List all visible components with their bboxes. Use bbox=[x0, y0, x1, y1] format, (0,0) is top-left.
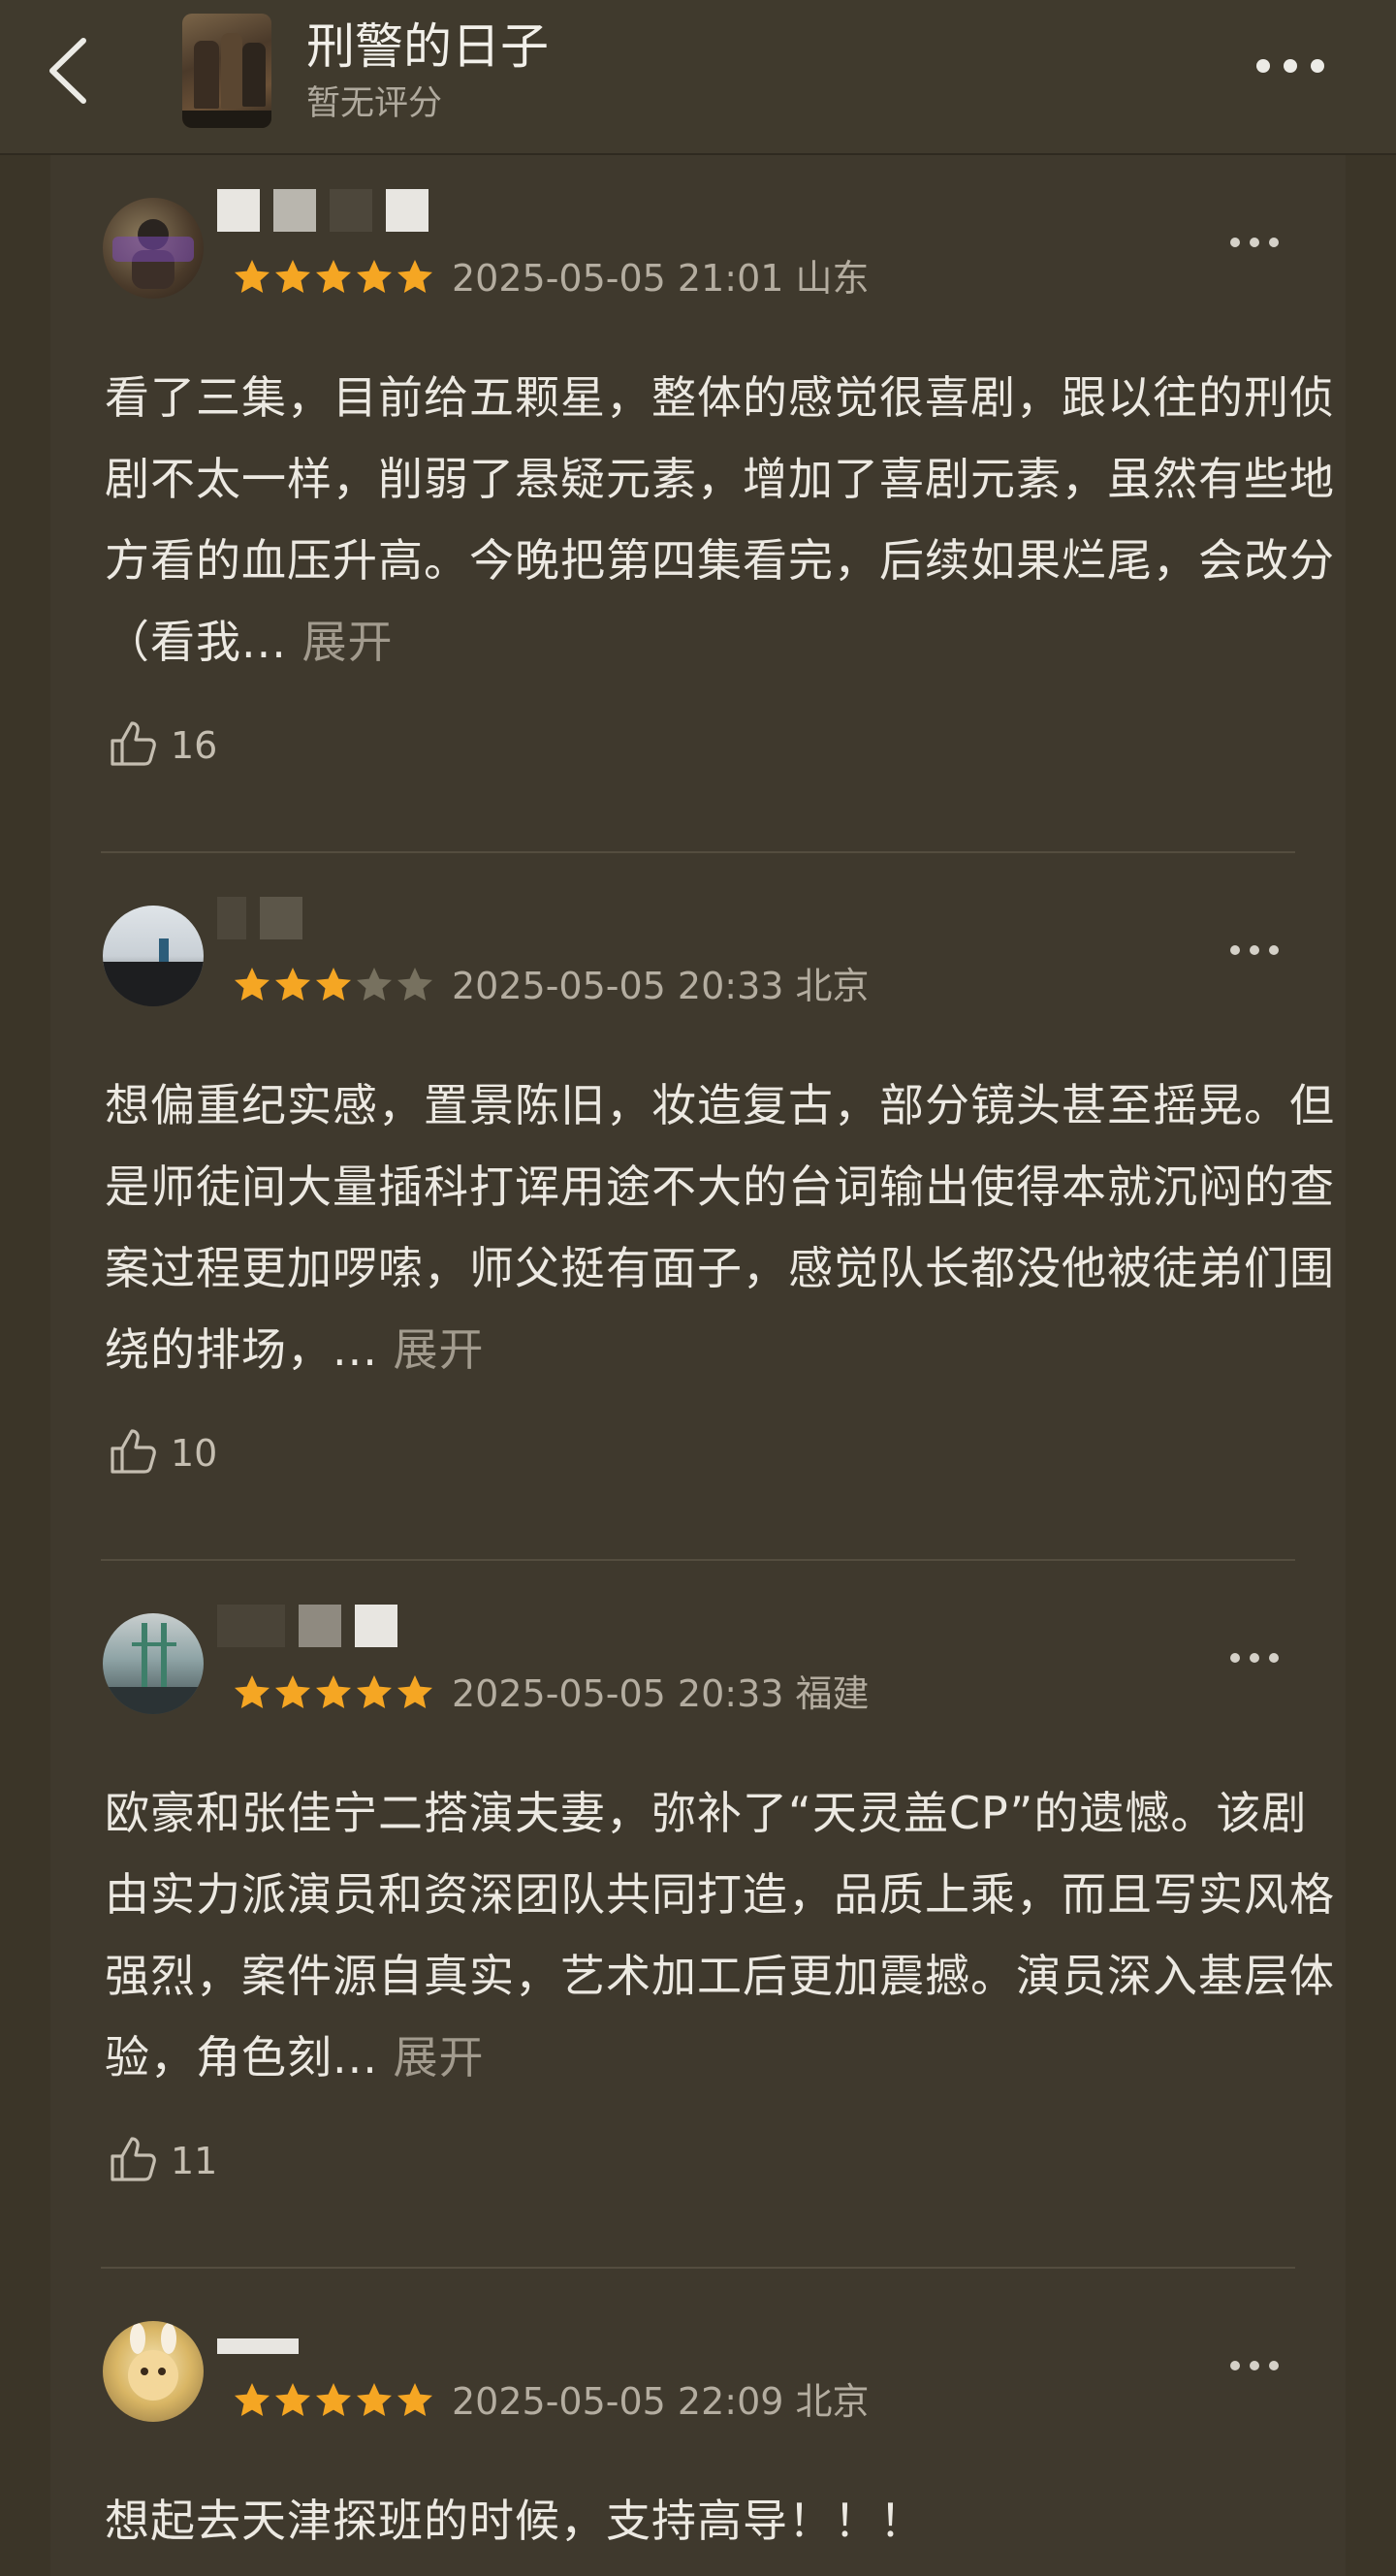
mask-block bbox=[273, 189, 316, 232]
mask-block bbox=[330, 189, 372, 232]
star-empty-icon bbox=[396, 966, 434, 1008]
star-filled-icon bbox=[314, 1673, 353, 1716]
review-more-button[interactable] bbox=[1220, 223, 1289, 262]
mask-block bbox=[299, 1605, 341, 1647]
more-dots-icon bbox=[1255, 58, 1325, 78]
username-masked bbox=[217, 188, 428, 233]
username-masked bbox=[217, 1604, 397, 1648]
username-masked bbox=[217, 2311, 299, 2356]
review-list: 2025-05-05 21:01 山东 看了三集，目前给五颗星，整体的感觉很喜剧… bbox=[50, 155, 1346, 2576]
like-count: 11 bbox=[171, 2140, 218, 2182]
rating-status: 暂无评分 bbox=[306, 84, 443, 123]
star-filled-icon bbox=[273, 966, 312, 1008]
star-filled-icon bbox=[233, 1673, 271, 1716]
review-body: 欧豪和张佳宁二搭演夫妻，弥补了“天灵盖CP”的遗憾。该剧由实力派演员和资深团队共… bbox=[105, 1787, 1335, 2083]
page-title: 刑警的日子 bbox=[306, 18, 549, 75]
star-filled-icon bbox=[355, 258, 394, 301]
star-filled-icon bbox=[396, 2381, 434, 2424]
star-rating bbox=[233, 258, 434, 301]
avatar[interactable] bbox=[103, 198, 204, 299]
star-filled-icon bbox=[273, 258, 312, 301]
like-button[interactable]: 11 bbox=[107, 2133, 217, 2189]
star-filled-icon bbox=[396, 1673, 434, 1716]
star-filled-icon bbox=[314, 2381, 353, 2424]
star-empty-icon bbox=[355, 966, 394, 1008]
review-text: 看了三集，目前给五颗星，整体的感觉很喜剧，跟以往的刑侦剧不太一样，削弱了悬疑元素… bbox=[105, 357, 1351, 683]
star-rating bbox=[233, 1673, 434, 1716]
like-button[interactable]: 16 bbox=[107, 717, 217, 774]
review-text: 想偏重纪实感，置景陈旧，妆造复古，部分镜头甚至摇晃。但是师徒间大量插科打诨用途不… bbox=[105, 1065, 1351, 1390]
back-button[interactable] bbox=[29, 29, 107, 116]
review-more-button[interactable] bbox=[1220, 1638, 1289, 1677]
mask-block bbox=[386, 189, 428, 232]
more-dots-icon bbox=[1229, 1649, 1280, 1668]
more-dots-icon bbox=[1229, 234, 1280, 252]
expand-link[interactable]: 展开 bbox=[394, 2031, 485, 2083]
mask-block bbox=[217, 189, 260, 232]
review-text: 欧豪和张佳宁二搭演夫妻，弥补了“天灵盖CP”的遗憾。该剧由实力派演员和资深团队共… bbox=[105, 1772, 1351, 2098]
mask-block bbox=[217, 2338, 299, 2354]
expand-link[interactable]: 展开 bbox=[394, 1323, 485, 1376]
username-masked bbox=[217, 896, 302, 940]
star-filled-icon bbox=[314, 966, 353, 1008]
divider bbox=[101, 2267, 1295, 2269]
review-date: 2025-05-05 20:33 北京 bbox=[452, 965, 870, 1007]
mask-block bbox=[260, 897, 302, 939]
show-poster[interactable] bbox=[182, 14, 271, 128]
review-text: 想起去天津探班的时候，支持高导！！！ bbox=[105, 2480, 1351, 2561]
star-filled-icon bbox=[314, 258, 353, 301]
avatar[interactable] bbox=[103, 1613, 204, 1714]
review-date: 2025-05-05 22:09 北京 bbox=[452, 2380, 870, 2423]
mask-block bbox=[217, 897, 246, 939]
star-filled-icon bbox=[233, 2381, 271, 2424]
star-rating bbox=[233, 2381, 434, 2424]
avatar[interactable] bbox=[103, 906, 204, 1006]
review-body: 想偏重纪实感，置景陈旧，妆造复古，部分镜头甚至摇晃。但是师徒间大量插科打诨用途不… bbox=[105, 1079, 1335, 1376]
star-filled-icon bbox=[233, 258, 271, 301]
review-body: 看了三集，目前给五颗星，整体的感觉很喜剧，跟以往的刑侦剧不太一样，削弱了悬疑元素… bbox=[105, 371, 1335, 668]
review-date: 2025-05-05 21:01 山东 bbox=[452, 257, 870, 300]
thumbs-up-icon bbox=[107, 2133, 159, 2189]
chevron-left-icon bbox=[47, 37, 89, 109]
more-options-button[interactable] bbox=[1247, 39, 1334, 97]
star-filled-icon bbox=[273, 2381, 312, 2424]
more-dots-icon bbox=[1229, 2357, 1280, 2375]
star-filled-icon bbox=[273, 1673, 312, 1716]
review-date: 2025-05-05 20:33 福建 bbox=[452, 1672, 870, 1715]
mask-block bbox=[355, 1605, 397, 1647]
star-filled-icon bbox=[396, 258, 434, 301]
mask-block bbox=[217, 1605, 285, 1647]
review-body: 想起去天津探班的时候，支持高导！！！ bbox=[105, 2495, 925, 2547]
star-filled-icon bbox=[355, 2381, 394, 2424]
thumbs-up-icon bbox=[107, 1425, 159, 1481]
star-rating bbox=[233, 966, 434, 1008]
thumbs-up-icon bbox=[107, 717, 159, 774]
divider bbox=[101, 851, 1295, 853]
star-filled-icon bbox=[355, 1673, 394, 1716]
avatar[interactable] bbox=[103, 2321, 204, 2422]
like-count: 10 bbox=[171, 1432, 218, 1475]
like-button[interactable]: 10 bbox=[107, 1425, 217, 1481]
divider bbox=[101, 1559, 1295, 1561]
star-filled-icon bbox=[233, 966, 271, 1008]
top-bar: 刑警的日子 暂无评分 bbox=[0, 0, 1396, 155]
review-more-button[interactable] bbox=[1220, 931, 1289, 970]
expand-link[interactable]: 展开 bbox=[302, 616, 394, 668]
like-count: 16 bbox=[171, 724, 218, 767]
more-dots-icon bbox=[1229, 941, 1280, 960]
review-more-button[interactable] bbox=[1220, 2346, 1289, 2385]
